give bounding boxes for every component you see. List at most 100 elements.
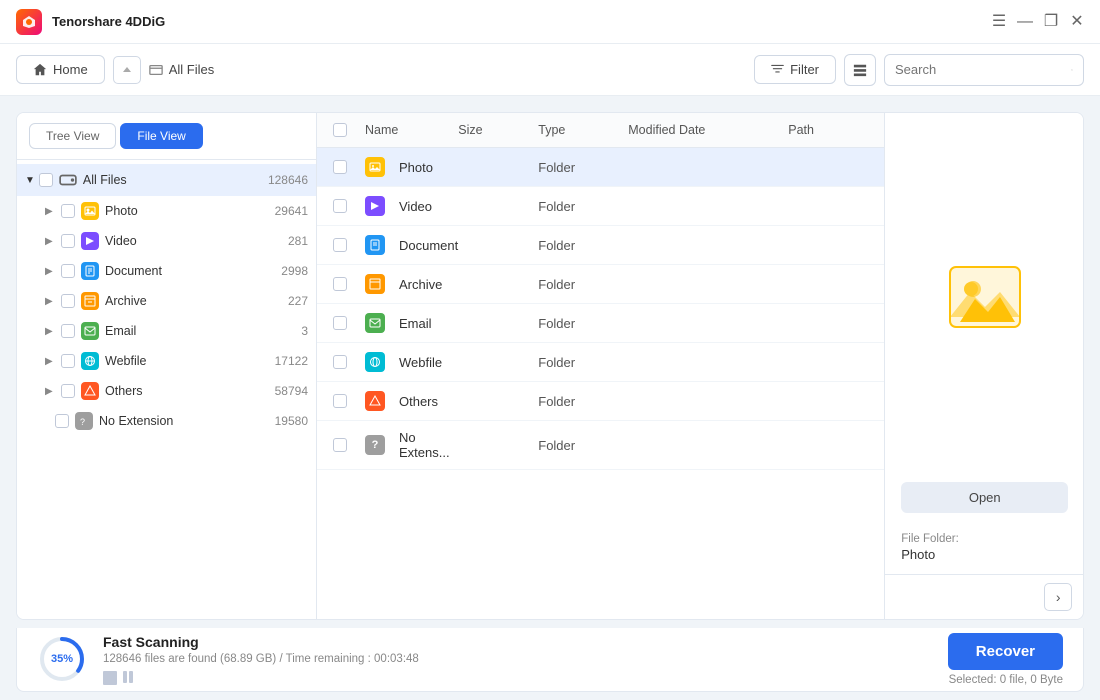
row-checkbox[interactable] xyxy=(333,355,347,369)
file-folder-value: Photo xyxy=(885,547,1084,574)
sidebar-item-video[interactable]: ▶ Video 281 xyxy=(17,226,316,256)
table-row[interactable]: Video Folder xyxy=(317,187,884,226)
photo-checkbox[interactable] xyxy=(61,204,75,218)
table-row[interactable]: Others Folder xyxy=(317,382,884,421)
archive-icon xyxy=(81,292,99,310)
col-size-header: Size xyxy=(458,123,538,137)
nav-up-button[interactable] xyxy=(113,56,141,84)
row-type: Folder xyxy=(538,438,628,453)
row-type: Folder xyxy=(538,199,628,214)
app-title: Tenorshare 4DDiG xyxy=(52,14,992,29)
webfile-icon xyxy=(81,352,99,370)
row-type: Folder xyxy=(538,160,628,175)
row-name: Photo xyxy=(365,157,458,177)
all-files-breadcrumb: All Files xyxy=(169,62,215,77)
file-view-button[interactable]: File View xyxy=(120,123,202,149)
hamburger-icon[interactable]: ☰ xyxy=(992,15,1006,29)
row-type: Folder xyxy=(538,238,628,253)
view-toggle: Tree View File View xyxy=(17,113,316,160)
scan-title: Fast Scanning xyxy=(103,634,932,650)
scan-pause-button[interactable] xyxy=(123,671,137,685)
webfile-row-icon xyxy=(365,352,385,372)
others-label: Others xyxy=(105,384,271,398)
file-list-header: Name Size Type Modified Date Path xyxy=(317,113,884,148)
home-button[interactable]: Home xyxy=(16,55,105,84)
row-checkbox[interactable] xyxy=(333,238,347,252)
preview-navigation: › xyxy=(885,574,1084,619)
arrow-icon: ▶ xyxy=(45,266,55,277)
sidebar-item-archive[interactable]: ▶ Archive 227 xyxy=(17,286,316,316)
others-icon xyxy=(81,382,99,400)
tree-root-item[interactable]: ▼ All Files 128646 xyxy=(17,164,316,196)
tree-view-button[interactable]: Tree View xyxy=(29,123,116,149)
others-checkbox[interactable] xyxy=(61,384,75,398)
scan-stop-button[interactable] xyxy=(103,671,117,685)
sidebar-item-photo[interactable]: ▶ Photo 29641 xyxy=(17,196,316,226)
restore-button[interactable]: ❐ xyxy=(1044,15,1058,29)
table-row[interactable]: Photo Folder xyxy=(317,148,884,187)
col-type-header: Type xyxy=(538,123,628,137)
app-logo xyxy=(16,9,42,35)
row-checkbox[interactable] xyxy=(333,316,347,330)
sidebar-item-email[interactable]: ▶ Email 3 xyxy=(17,316,316,346)
open-button[interactable]: Open xyxy=(901,482,1068,513)
window-controls: ☰ — ❐ ✕ xyxy=(992,15,1084,29)
row-checkbox[interactable] xyxy=(333,160,347,174)
file-folder-label: File Folder: xyxy=(885,525,1084,547)
noext-count: 19580 xyxy=(275,414,308,428)
row-checkbox[interactable] xyxy=(333,394,347,408)
root-checkbox[interactable] xyxy=(39,173,53,187)
table-row[interactable]: Webfile Folder xyxy=(317,343,884,382)
recover-button[interactable]: Recover xyxy=(948,633,1063,670)
document-checkbox[interactable] xyxy=(61,264,75,278)
table-row[interactable]: ? No Extens... Folder xyxy=(317,421,884,470)
noext-icon: ? xyxy=(75,412,93,430)
noext-label: No Extension xyxy=(99,414,271,428)
search-box[interactable] xyxy=(884,54,1084,86)
video-row-icon xyxy=(365,196,385,216)
archive-row-icon xyxy=(365,274,385,294)
search-input[interactable] xyxy=(895,62,1071,77)
row-checkbox[interactable] xyxy=(333,199,347,213)
recover-section: Recover Selected: 0 file, 0 Byte xyxy=(948,633,1063,686)
main-content: Tree View File View ▼ All Files 128646 ▶ xyxy=(16,112,1084,620)
col-path-header: Path xyxy=(788,123,868,137)
hdd-icon xyxy=(59,171,77,189)
video-checkbox[interactable] xyxy=(61,234,75,248)
arrow-icon: ▶ xyxy=(45,206,55,217)
sidebar-item-noextension[interactable]: ? No Extension 19580 xyxy=(17,406,316,436)
webfile-checkbox[interactable] xyxy=(61,354,75,368)
archive-checkbox[interactable] xyxy=(61,294,75,308)
document-icon xyxy=(81,262,99,280)
preview-icon xyxy=(945,257,1025,337)
list-view-button[interactable] xyxy=(844,54,876,86)
row-name: Video xyxy=(365,196,458,216)
selected-info: Selected: 0 file, 0 Byte xyxy=(948,674,1063,686)
col-name-header: Name xyxy=(365,123,458,137)
file-rows: Photo Folder Video Folder xyxy=(317,148,884,619)
table-row[interactable]: Email Folder xyxy=(317,304,884,343)
arrow-icon: ▶ xyxy=(45,296,55,307)
close-button[interactable]: ✕ xyxy=(1070,15,1084,29)
sidebar-item-document[interactable]: ▶ Document 2998 xyxy=(17,256,316,286)
email-checkbox[interactable] xyxy=(61,324,75,338)
table-row[interactable]: Document Folder xyxy=(317,226,884,265)
document-row-icon xyxy=(365,235,385,255)
preview-next-button[interactable]: › xyxy=(1044,583,1072,611)
row-checkbox[interactable] xyxy=(333,438,347,452)
titlebar: Tenorshare 4DDiG ☰ — ❐ ✕ xyxy=(0,0,1100,44)
table-row[interactable]: Archive Folder xyxy=(317,265,884,304)
sidebar-item-webfile[interactable]: ▶ Webfile 17122 xyxy=(17,346,316,376)
breadcrumb: All Files xyxy=(149,62,215,77)
minimize-button[interactable]: — xyxy=(1018,15,1032,29)
row-name: Document xyxy=(365,235,458,255)
row-checkbox[interactable] xyxy=(333,277,347,291)
svg-text:?: ? xyxy=(80,417,85,427)
filter-button[interactable]: Filter xyxy=(754,55,836,84)
row-type: Folder xyxy=(538,277,628,292)
noext-checkbox[interactable] xyxy=(55,414,69,428)
row-name: Email xyxy=(365,313,458,333)
sidebar-item-others[interactable]: ▶ Others 58794 xyxy=(17,376,316,406)
header-checkbox[interactable] xyxy=(333,123,347,137)
row-name: Archive xyxy=(365,274,458,294)
